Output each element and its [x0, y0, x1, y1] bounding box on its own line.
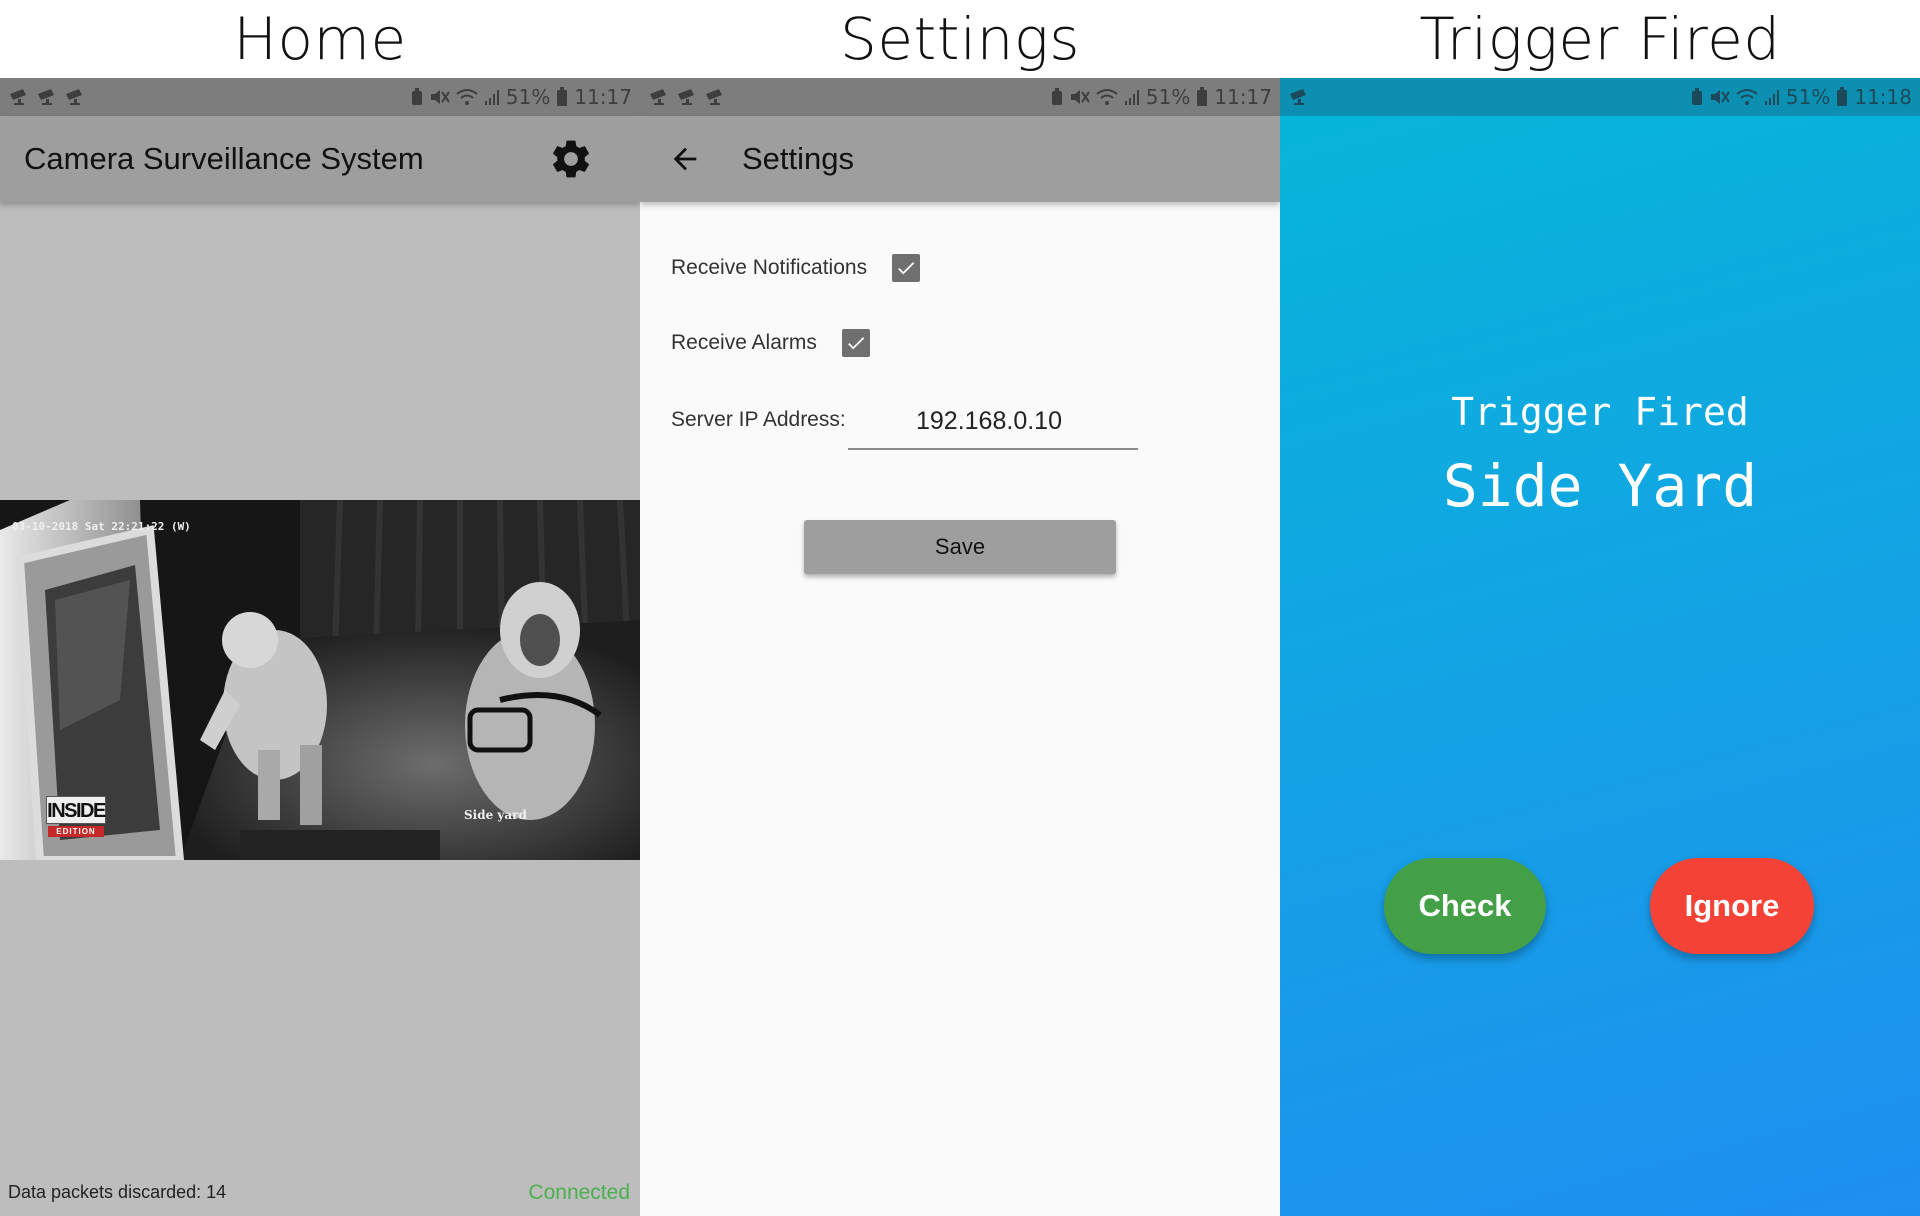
wifi-icon	[1096, 88, 1118, 106]
screen-captions: Home Settings Trigger Fired	[0, 0, 1920, 78]
camera-feed[interactable]: 03-10-2018 Sat 22:21:22 (W) Side yard IN…	[0, 500, 640, 860]
signal-icon	[1764, 88, 1780, 106]
page-title: Camera Surveillance System	[24, 141, 424, 176]
checkmark-icon	[898, 262, 915, 275]
battery-icon	[1196, 87, 1208, 107]
notification-icons	[1288, 88, 1310, 106]
status-bar: 51% 11:17	[0, 78, 640, 116]
connection-status: Connected	[528, 1181, 630, 1204]
caption-settings: Settings	[840, 5, 1080, 73]
cctv-icon	[704, 88, 726, 106]
app-bar: Settings	[640, 116, 1280, 202]
battery-percent: 51%	[1145, 85, 1191, 109]
clock: 11:17	[574, 85, 632, 109]
receive-notifications-label: Receive Notifications	[671, 256, 868, 279]
discarded-packets-label: Data packets discarded: 14	[8, 1182, 227, 1202]
wifi-icon	[456, 88, 478, 106]
receive-notifications-row: Receive Notifications	[671, 254, 921, 282]
caption-home: Home	[233, 5, 407, 73]
mute-icon	[1710, 88, 1730, 106]
trigger-camera-name: Side Yard	[1442, 452, 1758, 520]
receive-alarms-row: Receive Alarms	[671, 329, 870, 357]
cctv-icon	[1288, 88, 1310, 106]
clock: 11:18	[1854, 85, 1912, 109]
ignore-button[interactable]: Ignore	[1650, 858, 1814, 954]
battery-icon	[556, 87, 568, 107]
battery-percent: 51%	[505, 85, 551, 109]
app-bar: Camera Surveillance System	[0, 116, 640, 202]
inside-edition-logo: INSIDE EDITION	[46, 796, 106, 838]
receive-alarms-checkbox[interactable]	[841, 329, 870, 357]
cctv-icon	[64, 88, 86, 106]
cctv-icon	[648, 88, 670, 106]
server-ip-label: Server IP Address:	[671, 408, 846, 431]
status-bar: 51% 11:18	[1280, 78, 1920, 116]
alarm-icon	[410, 88, 424, 106]
status-bar: 51% 11:17	[640, 78, 1280, 116]
video-timestamp: 03-10-2018 Sat 22:21:22 (W)	[12, 520, 191, 533]
trigger-fired-screen: 51% 11:18 Trigger Fired Side Yard Check …	[1280, 78, 1920, 1216]
server-ip-input[interactable]	[848, 394, 1138, 450]
mute-icon	[1070, 88, 1090, 106]
receive-notifications-checkbox[interactable]	[892, 254, 921, 282]
checkmark-icon	[848, 337, 865, 350]
settings-screen: 51% 11:17 Settings Receive Notifications…	[640, 78, 1280, 1216]
notification-icons	[8, 88, 86, 106]
arrow-left-icon[interactable]	[668, 142, 702, 176]
mute-icon	[430, 88, 450, 106]
signal-icon	[1124, 88, 1140, 106]
notification-icons	[648, 88, 726, 106]
cctv-icon	[8, 88, 30, 106]
video-camera-label: Side yard	[464, 808, 527, 822]
receive-alarms-label: Receive Alarms	[671, 331, 817, 354]
check-button[interactable]: Check	[1384, 858, 1546, 954]
clock: 11:17	[1214, 85, 1272, 109]
signal-icon	[484, 88, 500, 106]
gear-icon[interactable]	[548, 136, 594, 182]
battery-percent: 51%	[1785, 85, 1831, 109]
home-screen: 51% 11:17 Camera Surveillance System 03-…	[0, 78, 640, 1216]
cctv-icon	[36, 88, 58, 106]
wifi-icon	[1736, 88, 1758, 106]
battery-icon	[1836, 87, 1848, 107]
caption-trigger-fired: Trigger Fired	[1419, 5, 1781, 73]
save-button[interactable]: Save	[804, 520, 1116, 574]
page-title: Settings	[742, 141, 855, 176]
cctv-icon	[676, 88, 698, 106]
trigger-heading: Trigger Fired	[1451, 390, 1749, 434]
alarm-icon	[1050, 88, 1064, 106]
alarm-icon	[1690, 88, 1704, 106]
